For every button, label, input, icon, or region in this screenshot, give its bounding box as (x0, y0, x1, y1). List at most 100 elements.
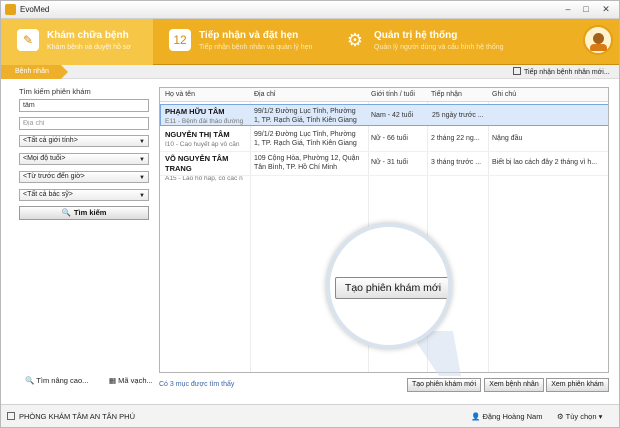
chevron-down-icon: ▼ (139, 193, 145, 199)
table-header: Họ và tên Địa chỉ Giới tính / tuổi Tiếp … (160, 88, 608, 102)
search-icon: 🔍 (25, 376, 37, 385)
clipboard-icon: ✎ (17, 29, 39, 51)
nav-tab-subtitle: Quản lý người dùng và cấu hình hệ thống (374, 44, 504, 51)
patient-name: VÕ NGUYỄN TÂM TRANG (165, 154, 229, 173)
user-menu[interactable]: 👤 Đặng Hoàng Nam (471, 412, 542, 421)
patient-name-cell: NGUYỄN THỊ TÂM I10 - Cao huyết áp vô căn (165, 130, 250, 149)
patient-name: PHẠM HỮU TÂM (165, 107, 225, 116)
address-line-1: 99/1/2 Đường Lục Tỉnh, Phường (254, 108, 356, 115)
barcode-link[interactable]: ▦ Mã vạch... (109, 376, 153, 385)
received-cell: 25 ngày trước ... (432, 112, 484, 119)
received-cell: 3 tháng trước ... (431, 159, 482, 166)
nav-tab-quan-tri[interactable]: ⚙ Quản trị hệ thống Quản lý người dùng v… (328, 19, 528, 65)
table-row[interactable]: VÕ NGUYỄN TÂM TRANG A15 - Lao hô hấp, có … (160, 152, 608, 182)
main-nav: ✎ Khám chữa bệnh Khám bệnh và duyệt hồ s… (1, 19, 619, 65)
magnifier-callout: Tạo phiên khám mới (326, 223, 452, 349)
barcode-label: Mã vạch... (118, 376, 153, 385)
address-line-1: 109 Cộng Hòa, Phường 12, Quận (254, 155, 360, 162)
chevron-down-icon: ▾ (596, 412, 603, 421)
nav-tab-title: Khám chữa bệnh (47, 30, 129, 41)
address-line-2: 1, TP. Rạch Giá, Tỉnh Kiên Giang (254, 140, 357, 147)
patient-name: NGUYỄN THỊ TÂM (165, 130, 230, 139)
gender-age-cell: Nam - 42 tuổi (371, 112, 414, 119)
logo-face (593, 33, 604, 44)
breadcrumb[interactable]: Bệnh nhân (1, 65, 68, 79)
clinic-icon (7, 412, 15, 420)
address-cell: 99/1/2 Đường Lục Tỉnh, Phường 1, TP. Rạch… (254, 130, 367, 148)
chevron-down-icon: ▼ (139, 175, 145, 181)
brand-logo (583, 25, 613, 55)
close-button[interactable]: ✕ (599, 4, 613, 15)
column-header-address[interactable]: Địa chỉ (254, 91, 275, 98)
nav-tab-tiep-nhan[interactable]: 12 Tiếp nhận và đặt hẹn Tiếp nhận bệnh n… (153, 19, 328, 65)
address-line-2: Tân Bình, TP. Hồ Chí Minh (254, 164, 338, 171)
column-header-note[interactable]: Ghi chú (492, 91, 516, 98)
view-visit-button[interactable]: Xem phiên khám (546, 378, 609, 392)
search-label: Tìm kiếm phiên khám (19, 87, 91, 96)
search-button[interactable]: 🔍 Tìm kiếm (19, 206, 149, 220)
chevron-down-icon: ▼ (139, 157, 145, 163)
name-search-input[interactable] (19, 99, 149, 112)
view-patient-button[interactable]: Xem bệnh nhân (484, 378, 544, 392)
nav-tab-title: Tiếp nhận và đặt hẹn (199, 30, 299, 41)
note-cell: Nặng đầu (492, 135, 523, 142)
age-select[interactable]: <Mọi độ tuổi> ▼ (19, 153, 149, 165)
new-patient-icon (513, 67, 521, 75)
address-input[interactable] (19, 117, 149, 130)
patient-name-cell: VÕ NGUYỄN TÂM TRANG A15 - Lao hô hấp, có … (165, 154, 250, 183)
app-icon (5, 4, 16, 15)
gender-age-cell: Nữ - 31 tuổi (371, 159, 408, 166)
patient-diagnosis: I10 - Cao huyết áp vô căn (165, 141, 240, 148)
nav-tab-kham-chua-benh[interactable]: ✎ Khám chữa bệnh Khám bệnh và duyệt hồ s… (1, 19, 153, 65)
patient-diagnosis: E11 - Bệnh đái tháo đường (165, 118, 244, 125)
search-button-label: Tìm kiếm (73, 208, 107, 217)
user-name: Đặng Hoàng Nam (482, 412, 543, 421)
user-icon: 👤 (471, 412, 483, 421)
title-bar: EvoMed – □ ✕ (1, 1, 619, 19)
row-divider (160, 175, 608, 176)
column-header-received[interactable]: Tiếp nhận (431, 91, 462, 98)
callout-create-visit-button: Tạo phiên khám mới (335, 277, 448, 299)
doctor-select[interactable]: <Tất cả bác sỹ> ▼ (19, 189, 149, 201)
address-line-1: 99/1/2 Đường Lục Tỉnh, Phường (254, 131, 356, 138)
breadcrumb-bar: Bệnh nhân Tiếp nhận bệnh nhân mới... (1, 65, 619, 79)
gender-select[interactable]: <Tất cả giới tính> ▼ (19, 135, 149, 147)
gear-icon: ⚙ (557, 412, 566, 421)
column-header-name[interactable]: Họ và tên (165, 91, 195, 98)
minimize-button[interactable]: – (561, 4, 575, 15)
clinic-name: PHÒNG KHÁM TÂM AN TÂN PHÚ (19, 412, 135, 421)
nav-tab-subtitle: Khám bệnh và duyệt hồ sơ (47, 44, 131, 51)
address-line-2: 1, TP. Rạch Giá, Tỉnh Kiên Giang (254, 117, 357, 124)
table-row[interactable]: NGUYỄN THỊ TÂM I10 - Cao huyết áp vô căn … (160, 128, 608, 150)
results-count: Có 3 mục được tìm thấy (159, 381, 235, 388)
nav-tab-title: Quản trị hệ thống (374, 30, 458, 41)
gender-age-cell: Nữ - 66 tuổi (371, 135, 408, 142)
app-window: EvoMed – □ ✕ ✎ Khám chữa bệnh Khám bệnh … (0, 0, 620, 428)
gear-icon: ⚙ (346, 30, 364, 50)
maximize-button[interactable]: □ (579, 4, 593, 15)
address-cell: 99/1/2 Đường Lục Tỉnh, Phường 1, TP. Rạch… (254, 107, 368, 125)
options-menu[interactable]: ⚙ Tùy chọn ▾ (557, 412, 602, 421)
new-patient-link[interactable]: Tiếp nhận bệnh nhân mới... (513, 67, 610, 76)
received-cell: 2 tháng 22 ng... (431, 135, 480, 142)
status-bar: PHÒNG KHÁM TÂM AN TÂN PHÚ 👤 Đặng Hoàng N… (1, 404, 619, 427)
column-header-gender-age[interactable]: Giới tính / tuổi (371, 91, 415, 98)
nav-tab-subtitle: Tiếp nhận bệnh nhân và quản lý hẹn (199, 44, 313, 51)
time-select-value: <Từ trước đến giờ> (23, 173, 85, 180)
address-cell: 109 Cộng Hòa, Phường 12, Quận Tân Bình, T… (254, 154, 367, 172)
chevron-down-icon: ▼ (139, 139, 145, 145)
patient-diagnosis: A15 - Lao hô hấp, có các n (165, 175, 243, 182)
advanced-search-link[interactable]: 🔍 Tìm nâng cao... (25, 376, 88, 385)
patient-name-cell: PHẠM HỮU TÂM E11 - Bệnh đái tháo đường (165, 107, 251, 126)
table-row[interactable]: PHẠM HỮU TÂM E11 - Bệnh đái tháo đường 99… (160, 104, 608, 126)
calendar-icon: 12 (169, 29, 191, 51)
doctor-select-value: <Tất cả bác sỹ> (23, 191, 73, 198)
new-patient-label: Tiếp nhận bệnh nhân mới... (524, 69, 610, 76)
gender-select-value: <Tất cả giới tính> (23, 137, 78, 144)
search-icon: 🔍 (61, 208, 71, 217)
options-label: Tùy chọn (565, 412, 597, 421)
create-visit-button[interactable]: Tạo phiên khám mới (407, 378, 481, 392)
time-select[interactable]: <Từ trước đến giờ> ▼ (19, 171, 149, 183)
barcode-icon: ▦ (109, 376, 119, 385)
logo-body (590, 44, 607, 51)
